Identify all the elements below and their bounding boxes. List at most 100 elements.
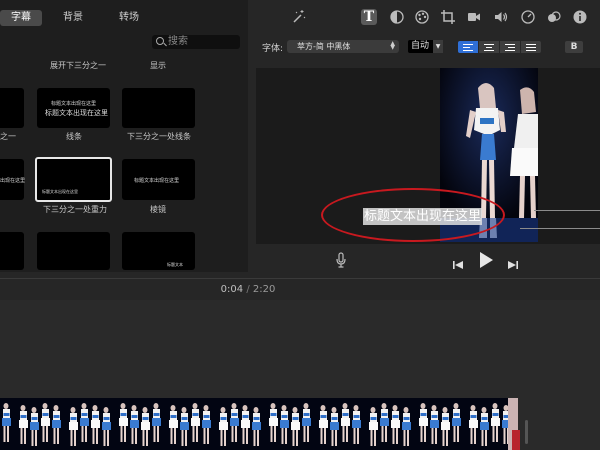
title-guide-line — [520, 228, 600, 229]
volume-icon[interactable] — [493, 9, 509, 25]
annotation-ellipse — [321, 188, 505, 242]
filmstrip-figure — [291, 407, 300, 446]
filmstrip-figure — [430, 405, 439, 444]
font-size-value: 自动 — [411, 41, 430, 51]
font-family-value: 苹方-简 中黑体 — [297, 42, 351, 51]
filmstrip-figure — [169, 405, 178, 444]
title-thumbnail[interactable] — [0, 88, 24, 128]
timeline-scrollbar[interactable] — [525, 420, 528, 444]
filmstrip-figure — [402, 407, 411, 446]
tab-titles[interactable]: 字幕 — [0, 10, 42, 26]
search-input[interactable]: 搜索 — [152, 35, 240, 49]
filmstrip-figure — [241, 405, 250, 444]
align-left-button[interactable] — [458, 41, 478, 53]
filmstrip-figure — [30, 407, 39, 446]
filmstrip-figure — [41, 403, 50, 442]
filmstrip-figure — [219, 407, 228, 446]
filmstrip-figure — [69, 407, 78, 446]
title-caption-reveal: 显示 — [150, 61, 166, 70]
skip-forward-icon[interactable] — [507, 255, 519, 274]
magic-wand-icon[interactable] — [290, 9, 306, 25]
title-thumbnail[interactable]: 标题文本 — [122, 232, 195, 270]
mic-icon[interactable] — [336, 252, 346, 268]
title-library-panel: 字幕 背景 转场 搜索 展开下三分之一 显示 标题文本出现在这里 标题文本出现在… — [0, 0, 248, 272]
filmstrip-figure — [341, 403, 350, 442]
filmstrip-figure — [330, 407, 339, 446]
title-caption-expand-lower-third: 展开下三分之一 — [50, 61, 106, 70]
filmstrip-figure — [352, 405, 361, 444]
timeline-divider — [0, 278, 600, 279]
title-caption-lower-third-gravity: 下三分之一处重力 — [43, 205, 107, 214]
filter-icon[interactable] — [546, 9, 562, 25]
skip-back-icon[interactable] — [452, 255, 464, 274]
title-guide-line — [534, 210, 600, 211]
filmstrip-figure — [391, 405, 400, 444]
filmstrip-figure — [469, 405, 478, 444]
filmstrip-figure — [130, 405, 139, 444]
filmstrip-figure — [119, 403, 128, 442]
chevron-updown-icon: ▲ ▼ — [390, 40, 395, 51]
library-tabs: 字幕 背景 转场 — [0, 10, 248, 26]
palette-icon[interactable] — [414, 9, 430, 25]
filmstrip-figure — [319, 405, 328, 444]
filmstrip-figure — [80, 403, 89, 442]
font-family-select[interactable]: 苹方-简 中黑体 ▲ ▼ — [287, 40, 399, 53]
speed-icon[interactable] — [520, 9, 536, 25]
filmstrip-figure — [302, 403, 311, 442]
filmstrip-figure — [252, 407, 261, 446]
title-thumbnail-lower-third-gravity[interactable]: 标题文本出现在这里 — [35, 157, 112, 202]
tab-backgrounds[interactable]: 背景 — [56, 10, 90, 26]
title-caption-cut: 之一 — [0, 132, 16, 141]
title-thumbnail-prism[interactable]: 标题文本出现在这里 — [122, 159, 195, 200]
play-icon[interactable] — [478, 251, 494, 273]
chevron-down-icon: ▼ — [433, 40, 443, 53]
filmstrip-figure — [441, 407, 450, 446]
title-caption-prism: 棱镜 — [150, 205, 166, 214]
color-icon[interactable] — [389, 9, 405, 25]
align-center-button[interactable] — [479, 41, 499, 53]
time-separator: / — [246, 284, 250, 295]
filmstrip-figure — [269, 403, 278, 442]
clip-end-frame — [512, 430, 520, 450]
total-time: 2:20 — [252, 284, 276, 295]
title-caption-lines: 线条 — [66, 132, 82, 141]
filmstrip-figure — [2, 403, 11, 442]
title-thumbnail[interactable] — [37, 232, 110, 270]
search-icon — [156, 37, 164, 45]
title-thumbnail-lower-third-lines[interactable] — [122, 88, 195, 128]
filmstrip-figure — [102, 407, 111, 446]
align-right-button[interactable] — [500, 41, 520, 53]
title-thumbnail-lines[interactable]: 标题文本出现在这里 标题文本出现在这里 — [37, 88, 110, 128]
font-label: 字体: — [262, 44, 284, 54]
filmstrip-figure — [141, 407, 150, 446]
tab-transitions[interactable]: 转场 — [112, 10, 146, 26]
filmstrip-figure — [380, 403, 389, 442]
playhead-timecode: 0:04 / 2:20 — [0, 284, 496, 295]
filmstrip-figure — [191, 403, 200, 442]
filmstrip-figure — [280, 405, 289, 444]
align-justify-button[interactable] — [521, 41, 541, 53]
crop-icon[interactable] — [440, 9, 456, 25]
filmstrip-figure — [369, 407, 378, 446]
current-time: 0:04 — [220, 284, 244, 295]
video-clip[interactable] — [0, 398, 518, 450]
camera-icon[interactable] — [466, 9, 482, 25]
search-placeholder: 搜索 — [168, 36, 188, 47]
font-size-select[interactable]: 自动 ▼ — [408, 40, 443, 53]
text-icon[interactable]: T — [361, 9, 377, 25]
filmstrip-figure — [52, 405, 61, 444]
filmstrip-figure — [19, 405, 28, 444]
filmstrip-figure — [180, 407, 189, 446]
filmstrip-figure — [202, 405, 211, 444]
filmstrip-figure — [491, 403, 500, 442]
filmstrip-figure — [480, 407, 489, 446]
bold-button[interactable]: B — [565, 41, 583, 53]
filmstrip-figure — [452, 403, 461, 442]
filmstrip-figure — [152, 403, 161, 442]
title-thumbnail[interactable] — [0, 232, 24, 270]
filmstrip-figure — [91, 405, 100, 444]
filmstrip-figure — [419, 403, 428, 442]
title-caption-lower-third-lines: 下三分之一处线条 — [127, 132, 191, 141]
info-icon[interactable] — [572, 9, 588, 25]
title-thumbnail[interactable]: 出现在这里 — [0, 159, 25, 200]
